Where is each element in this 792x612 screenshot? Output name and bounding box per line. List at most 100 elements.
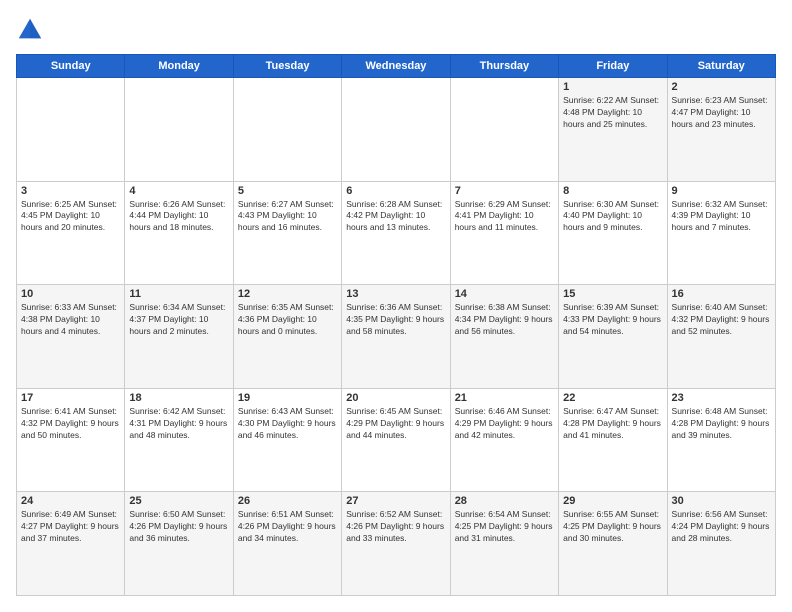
day-info: Sunrise: 6:48 AM Sunset: 4:28 PM Dayligh…: [672, 406, 771, 442]
calendar-cell: 9 Sunrise: 6:32 AM Sunset: 4:39 PM Daylig…: [667, 181, 775, 285]
day-number: 21: [455, 392, 554, 404]
calendar-week-row: 3 Sunrise: 6:25 AM Sunset: 4:45 PM Daylig…: [17, 181, 776, 285]
calendar-cell: 1 Sunrise: 6:22 AM Sunset: 4:48 PM Daylig…: [559, 78, 667, 182]
calendar-cell: 10Sunrise: 6:33 AM Sunset: 4:38 PM Dayli…: [17, 285, 125, 389]
calendar-cell: 8 Sunrise: 6:30 AM Sunset: 4:40 PM Daylig…: [559, 181, 667, 285]
day-number: 4: [129, 185, 228, 197]
calendar-weekday-header: Thursday: [450, 55, 558, 78]
calendar-cell: [342, 78, 450, 182]
calendar-cell: 16 Sunrise: 6:40 AM Sunset: 4:32 PM Dayli…: [667, 285, 775, 389]
day-number: 18: [129, 392, 228, 404]
calendar-cell: [450, 78, 558, 182]
calendar-cell: 27 Sunrise: 6:52 AM Sunset: 4:26 PM Dayli…: [342, 492, 450, 596]
header: [16, 16, 776, 44]
calendar-cell: 4 Sunrise: 6:26 AM Sunset: 4:44 PM Daylig…: [125, 181, 233, 285]
day-info: Sunrise: 6:22 AM Sunset: 4:48 PM Dayligh…: [563, 95, 662, 131]
calendar-weekday-header: Wednesday: [342, 55, 450, 78]
day-info: Sunrise: 6:27 AM Sunset: 4:43 PM Dayligh…: [238, 199, 337, 235]
day-number: 15: [563, 288, 662, 300]
calendar-cell: 17 Sunrise: 6:41 AM Sunset: 4:32 PM Dayli…: [17, 388, 125, 492]
day-number: 20: [346, 392, 445, 404]
day-info: Sunrise: 6:30 AM Sunset: 4:40 PM Dayligh…: [563, 199, 662, 235]
calendar-cell: 2Sunrise: 6:23 AM Sunset: 4:47 PM Daylig…: [667, 78, 775, 182]
calendar-week-row: 10Sunrise: 6:33 AM Sunset: 4:38 PM Dayli…: [17, 285, 776, 389]
calendar-weekday-header: Sunday: [17, 55, 125, 78]
day-number: 19: [238, 392, 337, 404]
calendar-weekday-header: Friday: [559, 55, 667, 78]
day-info: Sunrise: 6:36 AM Sunset: 4:35 PM Dayligh…: [346, 302, 445, 338]
calendar-cell: 11Sunrise: 6:34 AM Sunset: 4:37 PM Dayli…: [125, 285, 233, 389]
calendar-cell: 28 Sunrise: 6:54 AM Sunset: 4:25 PM Dayli…: [450, 492, 558, 596]
calendar-cell: 26 Sunrise: 6:51 AM Sunset: 4:26 PM Dayli…: [233, 492, 341, 596]
day-number: 1: [563, 81, 662, 93]
calendar-cell: [233, 78, 341, 182]
day-number: 12: [238, 288, 337, 300]
day-number: 7: [455, 185, 554, 197]
calendar-cell: 19 Sunrise: 6:43 AM Sunset: 4:30 PM Dayli…: [233, 388, 341, 492]
day-number: 29: [563, 495, 662, 507]
day-info: Sunrise: 6:41 AM Sunset: 4:32 PM Dayligh…: [21, 406, 120, 442]
day-info: Sunrise: 6:32 AM Sunset: 4:39 PM Dayligh…: [672, 199, 771, 235]
calendar-cell: 30 Sunrise: 6:56 AM Sunset: 4:24 PM Dayli…: [667, 492, 775, 596]
calendar-week-row: 17 Sunrise: 6:41 AM Sunset: 4:32 PM Dayli…: [17, 388, 776, 492]
calendar-weekday-header: Tuesday: [233, 55, 341, 78]
calendar-cell: 3 Sunrise: 6:25 AM Sunset: 4:45 PM Daylig…: [17, 181, 125, 285]
day-number: 26: [238, 495, 337, 507]
calendar-cell: 21 Sunrise: 6:46 AM Sunset: 4:29 PM Dayli…: [450, 388, 558, 492]
day-number: 8: [563, 185, 662, 197]
page: SundayMondayTuesdayWednesdayThursdayFrid…: [0, 0, 792, 612]
day-info: Sunrise: 6:39 AM Sunset: 4:33 PM Dayligh…: [563, 302, 662, 338]
day-number: 14: [455, 288, 554, 300]
day-info: Sunrise: 6:47 AM Sunset: 4:28 PM Dayligh…: [563, 406, 662, 442]
calendar-weekday-header: Saturday: [667, 55, 775, 78]
calendar-cell: 12 Sunrise: 6:35 AM Sunset: 4:36 PM Dayli…: [233, 285, 341, 389]
day-number: 28: [455, 495, 554, 507]
day-info: Sunrise: 6:52 AM Sunset: 4:26 PM Dayligh…: [346, 509, 445, 545]
calendar-cell: [125, 78, 233, 182]
day-number: 6: [346, 185, 445, 197]
calendar-week-row: 24Sunrise: 6:49 AM Sunset: 4:27 PM Dayli…: [17, 492, 776, 596]
day-info: Sunrise: 6:55 AM Sunset: 4:25 PM Dayligh…: [563, 509, 662, 545]
day-info: Sunrise: 6:56 AM Sunset: 4:24 PM Dayligh…: [672, 509, 771, 545]
day-info: Sunrise: 6:38 AM Sunset: 4:34 PM Dayligh…: [455, 302, 554, 338]
day-info: Sunrise: 6:25 AM Sunset: 4:45 PM Dayligh…: [21, 199, 120, 235]
day-number: 3: [21, 185, 120, 197]
calendar-cell: 5 Sunrise: 6:27 AM Sunset: 4:43 PM Daylig…: [233, 181, 341, 285]
day-info: Sunrise: 6:35 AM Sunset: 4:36 PM Dayligh…: [238, 302, 337, 338]
day-number: 13: [346, 288, 445, 300]
day-info: Sunrise: 6:43 AM Sunset: 4:30 PM Dayligh…: [238, 406, 337, 442]
day-number: 16: [672, 288, 771, 300]
day-number: 2: [672, 81, 771, 93]
calendar-cell: 14 Sunrise: 6:38 AM Sunset: 4:34 PM Dayli…: [450, 285, 558, 389]
calendar-cell: 6 Sunrise: 6:28 AM Sunset: 4:42 PM Daylig…: [342, 181, 450, 285]
day-number: 24: [21, 495, 120, 507]
day-number: 30: [672, 495, 771, 507]
day-info: Sunrise: 6:50 AM Sunset: 4:26 PM Dayligh…: [129, 509, 228, 545]
day-info: Sunrise: 6:29 AM Sunset: 4:41 PM Dayligh…: [455, 199, 554, 235]
calendar-table: SundayMondayTuesdayWednesdayThursdayFrid…: [16, 54, 776, 596]
day-number: 17: [21, 392, 120, 404]
day-info: Sunrise: 6:40 AM Sunset: 4:32 PM Dayligh…: [672, 302, 771, 338]
day-info: Sunrise: 6:54 AM Sunset: 4:25 PM Dayligh…: [455, 509, 554, 545]
day-number: 9: [672, 185, 771, 197]
logo-icon: [16, 16, 44, 44]
day-number: 11: [129, 288, 228, 300]
day-number: 23: [672, 392, 771, 404]
day-info: Sunrise: 6:45 AM Sunset: 4:29 PM Dayligh…: [346, 406, 445, 442]
calendar-cell: 29 Sunrise: 6:55 AM Sunset: 4:25 PM Dayli…: [559, 492, 667, 596]
day-info: Sunrise: 6:46 AM Sunset: 4:29 PM Dayligh…: [455, 406, 554, 442]
day-number: 5: [238, 185, 337, 197]
calendar-cell: [17, 78, 125, 182]
day-number: 10: [21, 288, 120, 300]
calendar-cell: 18 Sunrise: 6:42 AM Sunset: 4:31 PM Dayli…: [125, 388, 233, 492]
day-number: 27: [346, 495, 445, 507]
calendar-cell: 24Sunrise: 6:49 AM Sunset: 4:27 PM Dayli…: [17, 492, 125, 596]
calendar-cell: 7 Sunrise: 6:29 AM Sunset: 4:41 PM Daylig…: [450, 181, 558, 285]
day-number: 25: [129, 495, 228, 507]
day-info: Sunrise: 6:26 AM Sunset: 4:44 PM Dayligh…: [129, 199, 228, 235]
calendar-weekday-header: Monday: [125, 55, 233, 78]
day-info: Sunrise: 6:28 AM Sunset: 4:42 PM Dayligh…: [346, 199, 445, 235]
day-info: Sunrise: 6:42 AM Sunset: 4:31 PM Dayligh…: [129, 406, 228, 442]
logo: [16, 16, 48, 44]
day-info: Sunrise: 6:51 AM Sunset: 4:26 PM Dayligh…: [238, 509, 337, 545]
